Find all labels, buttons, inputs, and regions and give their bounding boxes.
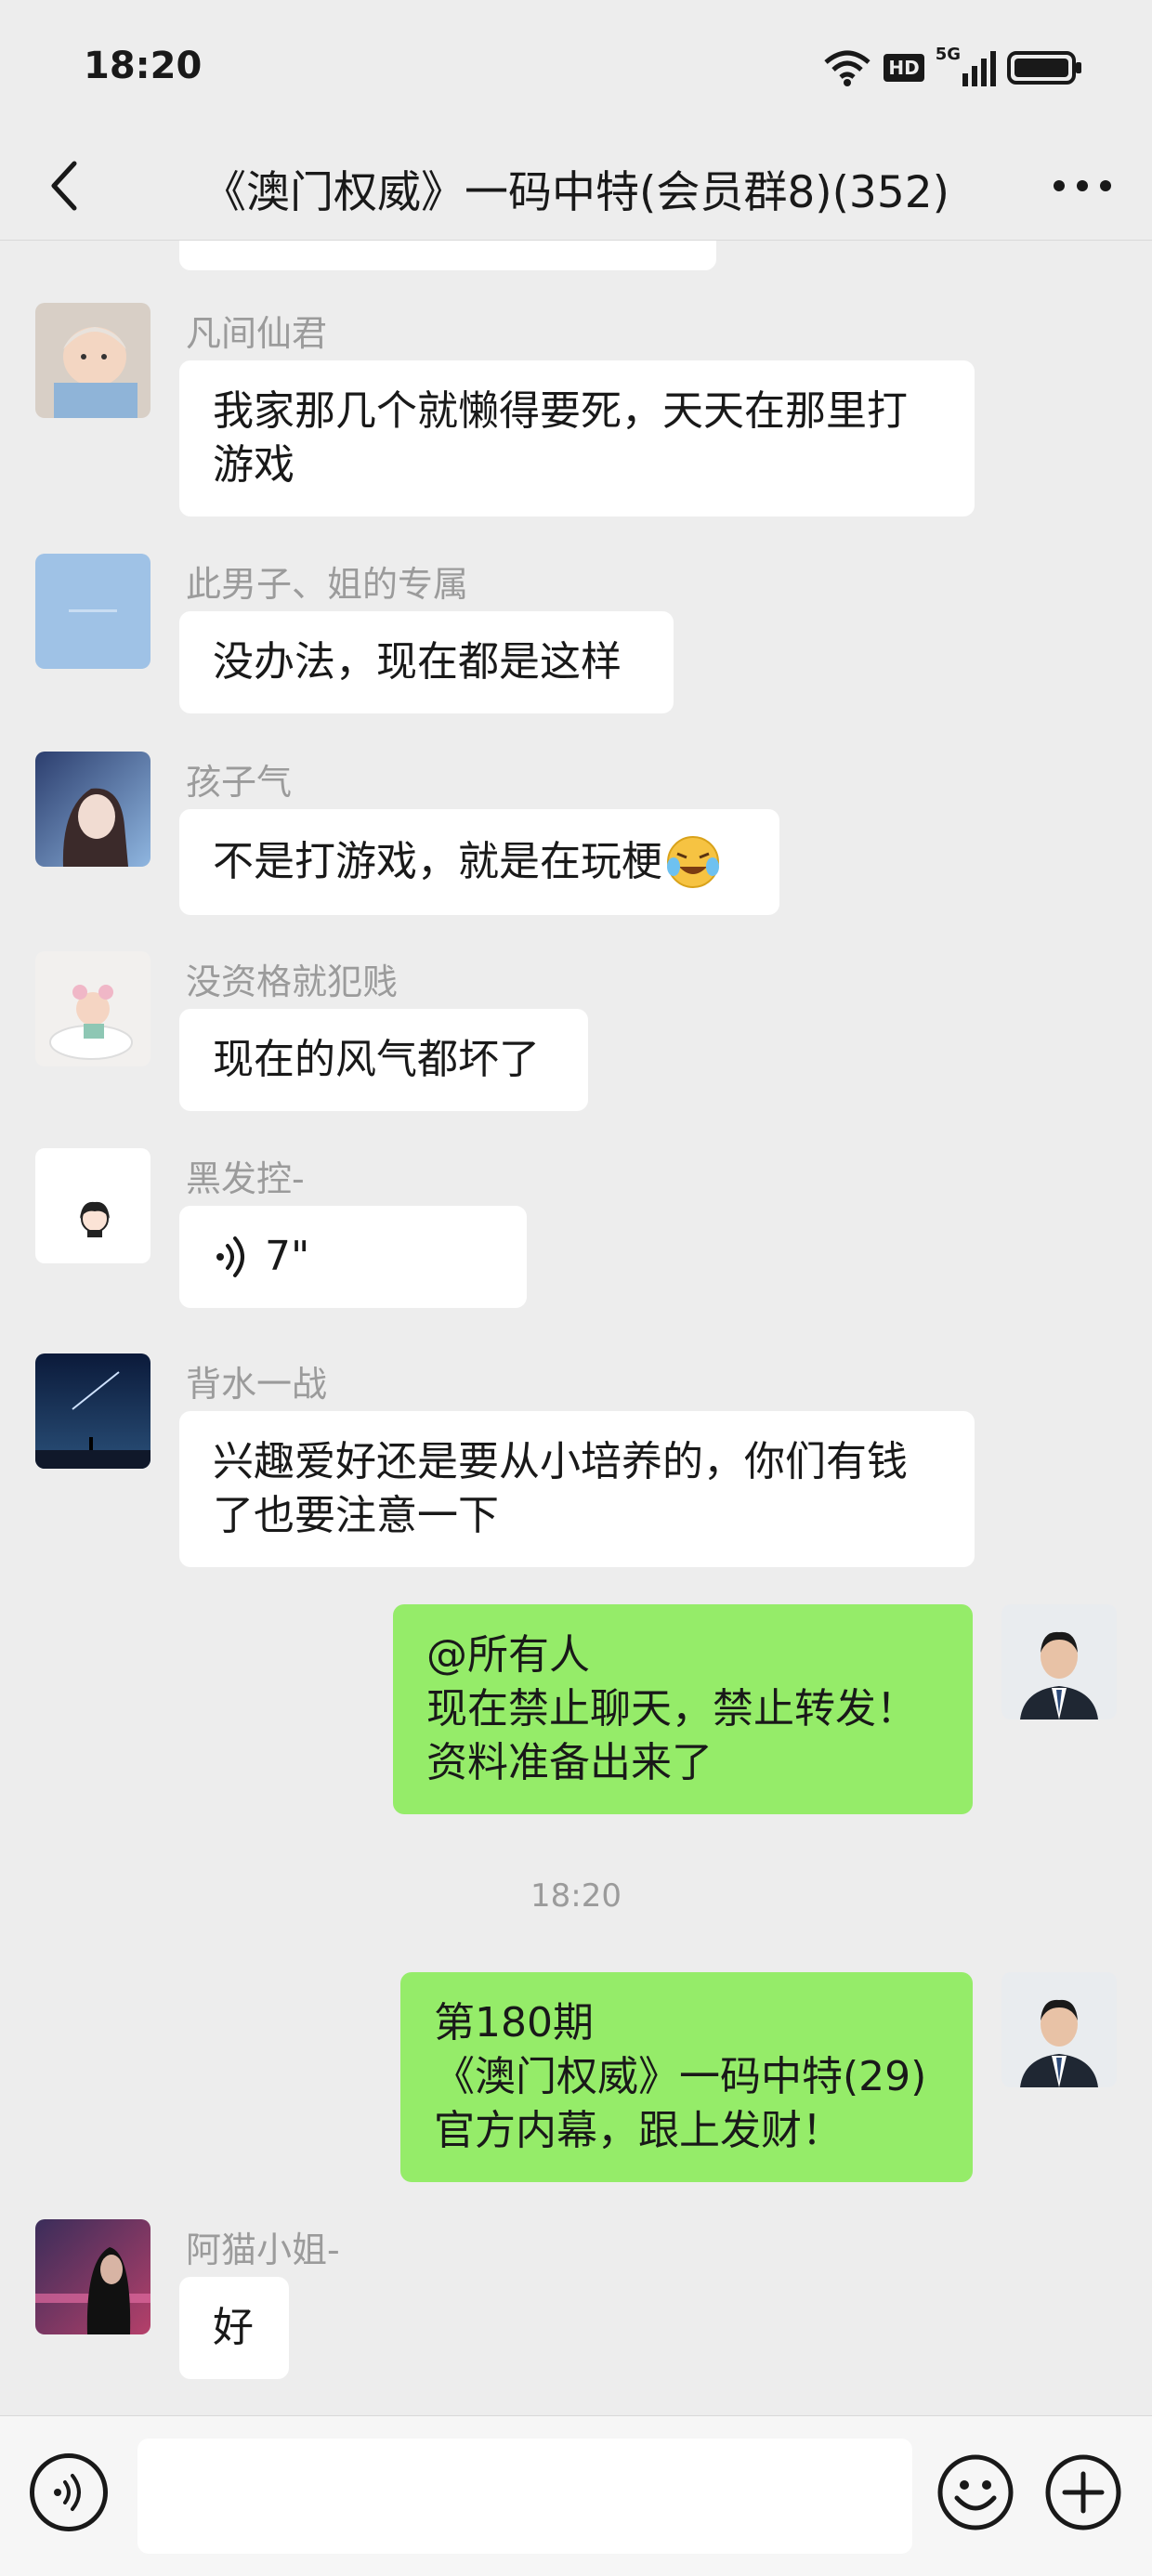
voice-duration: 7" (265, 1233, 310, 1280)
signal-icon (962, 51, 996, 86)
avatar[interactable] (35, 752, 151, 867)
message-text: 《澳门权威》一码中特(29) (434, 2053, 927, 2100)
wifi-icon (824, 50, 871, 86)
voice-icon (54, 2474, 81, 2511)
sender-name: 阿猫小姐- (186, 2229, 340, 2270)
avatar[interactable] (35, 303, 151, 418)
avatar[interactable] (35, 1353, 151, 1469)
message-text: 现在的风气都坏了 (213, 1036, 540, 1083)
message-text: 没办法，现在都是这样 (213, 638, 622, 686)
status-icons: HD 5G (822, 45, 1083, 91)
plus-icon[interactable] (1044, 2453, 1122, 2531)
back-button[interactable] (28, 149, 102, 223)
message-bubble[interactable]: 不是打游戏，就是在玩梗 (179, 809, 779, 915)
voice-message-bubble[interactable]: 7" (179, 1206, 527, 1308)
message-text: 兴趣爱好还是要从小培养的，你们有钱 (213, 1438, 908, 1485)
message-bubble[interactable]: 第180期 《澳门权威》一码中特(29) 官方内幕，跟上发财！ (400, 1972, 973, 2182)
message-text: 我家那几个就懒得要死，天天在那里打 (213, 387, 908, 435)
message-input[interactable] (137, 2439, 912, 2554)
message-text: 了也要注意一下 (213, 1492, 499, 1539)
time-separator: 18:20 (530, 1877, 622, 1915)
message-text: 第180期 (434, 1999, 594, 2046)
back-arrow-icon (51, 161, 77, 211)
message-bubble[interactable]: @所有人 现在禁止聊天，禁止转发！ 资料准备出来了 (393, 1604, 973, 1814)
hd-badge: HD (884, 54, 924, 82)
input-bar (0, 2415, 1152, 2576)
title-bar: 《澳门权威》一码中特(会员群8)(352) (0, 130, 1152, 241)
message-text: 不是打游戏，就是在玩梗 (213, 833, 746, 891)
emoji-icon[interactable] (936, 2453, 1015, 2531)
voice-input-button[interactable] (30, 2453, 108, 2531)
status-bar: 18:20 HD 5G (0, 0, 1152, 130)
avatar[interactable] (35, 951, 151, 1066)
chat-area[interactable]: 凡间仙君 我家那几个就懒得要死，天天在那里打 游戏 此男子、姐的专属 没办法，现… (0, 241, 1152, 2414)
sender-name: 凡间仙君 (186, 313, 328, 354)
message-text: 官方内幕，跟上发财！ (434, 2107, 843, 2154)
avatar[interactable] (1001, 1972, 1117, 2087)
more-icon (1054, 180, 1111, 191)
message-bubble[interactable]: 现在的风气都坏了 (179, 1009, 588, 1111)
message-bubble[interactable]: 好 (179, 2277, 289, 2379)
message-text: 资料准备出来了 (426, 1739, 713, 1786)
sender-name: 黑发控- (186, 1158, 305, 1199)
avatar[interactable] (35, 554, 151, 669)
avatar[interactable] (35, 2219, 151, 2334)
message-bubble[interactable]: 兴趣爱好还是要从小培养的，你们有钱 了也要注意一下 (179, 1411, 975, 1567)
sender-name: 此男子、姐的专属 (186, 564, 469, 605)
message-bubble[interactable]: 没办法，现在都是这样 (179, 611, 674, 713)
avatar[interactable] (1001, 1604, 1117, 1720)
message-text: 好 (213, 2304, 254, 2351)
battery-icon (1007, 51, 1081, 85)
voice-wave-icon (216, 1236, 244, 1277)
message-text: 现在禁止聊天，禁止转发！ (426, 1685, 917, 1733)
message-text: @所有人 (426, 1631, 590, 1679)
network-type: 5G (935, 45, 961, 64)
chat-title: 《澳门权威》一码中特(会员群8)(352) (203, 167, 949, 218)
message-text: 游戏 (213, 441, 295, 489)
partial-message-bubble (179, 241, 716, 270)
status-time: 18:20 (84, 45, 203, 87)
more-button[interactable] (1041, 149, 1124, 223)
sender-name: 没资格就犯贱 (186, 961, 399, 1002)
laughing-crying-emoji-icon (667, 836, 719, 888)
message-bubble[interactable]: 我家那几个就懒得要死，天天在那里打 游戏 (179, 360, 975, 517)
sender-name: 孩子气 (186, 762, 293, 803)
sender-name: 背水一战 (186, 1364, 328, 1405)
avatar[interactable] (35, 1148, 151, 1263)
